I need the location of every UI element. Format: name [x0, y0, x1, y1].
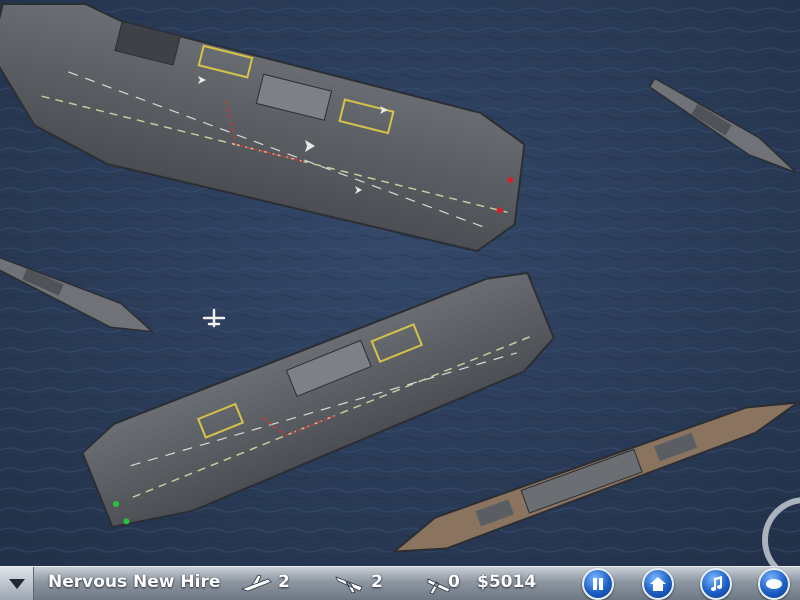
- triangle-down-icon: [9, 579, 25, 589]
- home-icon: [650, 577, 666, 591]
- ocean-play-field[interactable]: [0, 0, 800, 600]
- crashes-count: 0: [448, 572, 460, 592]
- game-stage[interactable]: Nervous New Hire 2 2 0 $5014: [0, 0, 800, 600]
- plane-landing-icon: [335, 576, 363, 594]
- landings-count: 2: [371, 572, 383, 592]
- music-note-icon: [711, 576, 722, 591]
- pause-icon: [593, 578, 603, 590]
- music-button[interactable]: [700, 568, 732, 600]
- speed-button[interactable]: [758, 568, 790, 600]
- plane-takeoff-icon: [240, 574, 272, 592]
- ellipse-icon: [766, 579, 782, 589]
- home-button[interactable]: [642, 568, 674, 600]
- rank-title: Nervous New Hire: [48, 572, 221, 592]
- menu-toggle-button[interactable]: [0, 567, 34, 600]
- money-display: $5014: [477, 572, 537, 592]
- launches-count: 2: [278, 572, 290, 592]
- pause-button[interactable]: [582, 568, 614, 600]
- hud-bar: Nervous New Hire 2 2 0 $5014: [0, 566, 800, 600]
